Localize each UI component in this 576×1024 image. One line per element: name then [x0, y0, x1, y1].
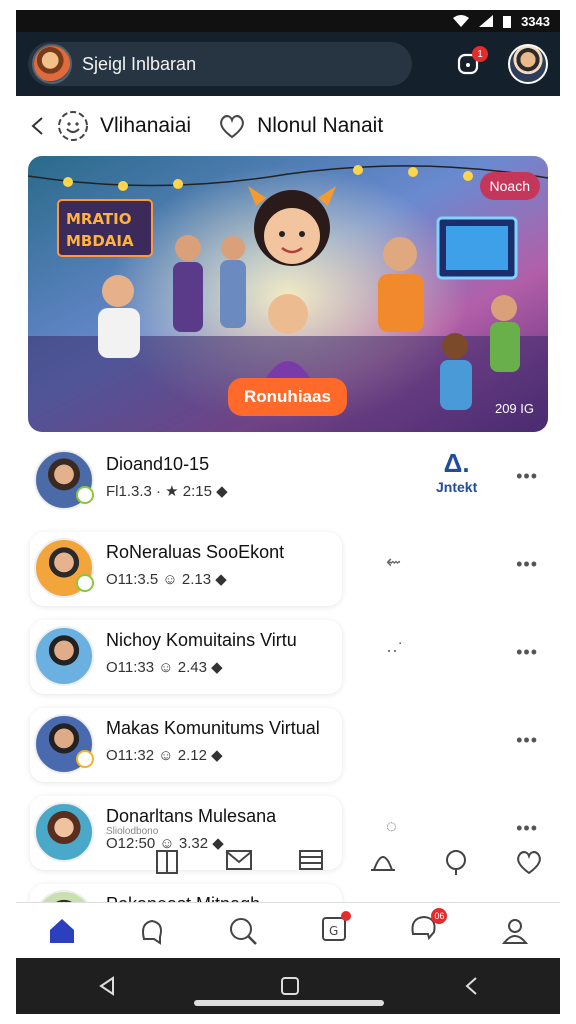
online-heart-icon [76, 750, 94, 768]
more-options-icon[interactable]: ••• [516, 554, 538, 575]
recent-chevron-icon[interactable] [464, 976, 478, 996]
list-item-name: Makas Komunitums Virtual [106, 718, 320, 738]
mail-icon[interactable] [225, 848, 253, 872]
community-avatar [32, 44, 72, 84]
home-icon[interactable] [47, 917, 77, 945]
list-item-name: RoNeraluas SooEkont [106, 542, 285, 562]
profile-icon[interactable] [501, 917, 529, 945]
top-bar: Sjeigl Inlbaran 1 [16, 32, 560, 96]
more-options-icon[interactable]: ••• [516, 818, 538, 839]
profile-avatar[interactable] [508, 44, 548, 84]
list-item-name: Nichoy Komuitains Virtu [106, 630, 297, 650]
share-icon[interactable]: ⇜ [386, 552, 401, 573]
online-heart-icon [76, 574, 94, 592]
tab-bar: Vlihanaiai Nlonul Nanait [16, 96, 560, 156]
brand-logo-mark: Δ. [443, 448, 470, 478]
online-heart-icon [76, 486, 94, 504]
messages-badge: 06 [431, 908, 448, 924]
chat-bubble-icon[interactable] [138, 917, 166, 945]
system-nav-bar [16, 958, 560, 1014]
list-item[interactable]: RoNeraluas SooEkont O11:3.5 ☺ 2.13 ◆ ⇜ •… [16, 524, 560, 612]
home-square-icon[interactable] [280, 976, 300, 996]
back-triangle-icon[interactable] [98, 976, 116, 996]
list-item-name: Donarltans Mulesana [106, 806, 277, 826]
reply-icon[interactable]: ◌ [386, 816, 397, 837]
avatar [34, 626, 94, 686]
heart-icon[interactable] [514, 848, 544, 876]
featured-banner[interactable]: MRATIO MBDAIA Noach Ronuhiaas 209 IG [28, 156, 548, 432]
status-bar: 3343 [16, 10, 560, 32]
svg-text:MRATIO: MRATIO [66, 210, 132, 228]
flower-icon[interactable] [443, 848, 469, 876]
list-item-meta: Fl1.3.3 · ★ 2:15 ◆ [106, 483, 228, 500]
calendar-nav-button[interactable]: G [320, 911, 351, 947]
search-icon[interactable] [228, 916, 258, 946]
list-item-meta: O11:33 ☺ 2.43 ◆ [106, 659, 223, 676]
banner-count: 209 IG [494, 401, 534, 416]
typing-indicator-icon: ··˙ [386, 640, 404, 660]
community-list: Dioand10-15 Fl1.3.3 · ★ 2:15 ◆ Δ. Jntekt… [16, 436, 560, 964]
community-title: Sjeigl Inlbaran [82, 53, 197, 74]
home-indicator[interactable] [194, 1000, 384, 1006]
tab-second[interactable]: Nlonul Nanait [217, 112, 383, 140]
list-item-meta: O11:3.5 ☺ 2.13 ◆ [106, 571, 227, 588]
bookmark-icon[interactable] [154, 848, 180, 876]
community-switcher[interactable]: Sjeigl Inlbaran [28, 42, 412, 86]
back-arrow-icon[interactable] [28, 116, 46, 136]
notification-badge: 1 [472, 46, 488, 62]
svg-text:G: G [329, 924, 338, 938]
clock: 3343 [521, 13, 550, 29]
smiley-gear-icon [58, 111, 88, 141]
list-item-name: Dioand10-15 [106, 454, 210, 474]
heart-icon [220, 115, 244, 139]
tab-first[interactable]: Vlihanaiai [56, 109, 191, 143]
item-action-bar [154, 848, 544, 876]
more-options-icon[interactable]: ••• [516, 730, 538, 751]
brand-logo-text: Jntekt [436, 479, 478, 495]
tab-first-label: Vlihanaiai [100, 114, 192, 137]
list-item[interactable]: Nichoy Komuitains Virtu O11:33 ☺ 2.43 ◆ … [16, 612, 560, 700]
messages-nav-button[interactable]: 06 [409, 908, 448, 947]
list-item-meta: O11:32 ☺ 2.12 ◆ [106, 747, 223, 764]
calendar-badge-dot [340, 911, 351, 921]
brand-logo[interactable]: Δ. Jntekt [436, 448, 477, 495]
battery-icon [503, 15, 512, 28]
svg-text:MBDAIA: MBDAIA [66, 232, 134, 250]
signal-icon [479, 15, 494, 27]
banner-cta-button[interactable]: Ronuhiaas [228, 378, 347, 416]
list-icon[interactable] [298, 848, 324, 872]
notification-button[interactable]: 1 [452, 46, 488, 80]
avatar [34, 802, 94, 862]
bell-icon[interactable] [368, 848, 398, 876]
list-item[interactable]: Makas Komunitums Virtual O11:32 ☺ 2.12 ◆… [16, 700, 560, 788]
list-item[interactable]: Dioand10-15 Fl1.3.3 · ★ 2:15 ◆ Δ. Jntekt… [16, 436, 560, 524]
more-options-icon[interactable]: ••• [516, 466, 538, 487]
tab-second-label: Nlonul Nanait [257, 114, 384, 137]
banner-badge[interactable]: Noach [479, 172, 540, 200]
app-frame: 3343 Sjeigl Inlbaran 1 Vlihanaiai Nlonul… [16, 10, 560, 1014]
bottom-nav: G 06 [16, 902, 560, 958]
wifi-icon [453, 15, 470, 27]
more-options-icon[interactable]: ••• [516, 642, 538, 663]
